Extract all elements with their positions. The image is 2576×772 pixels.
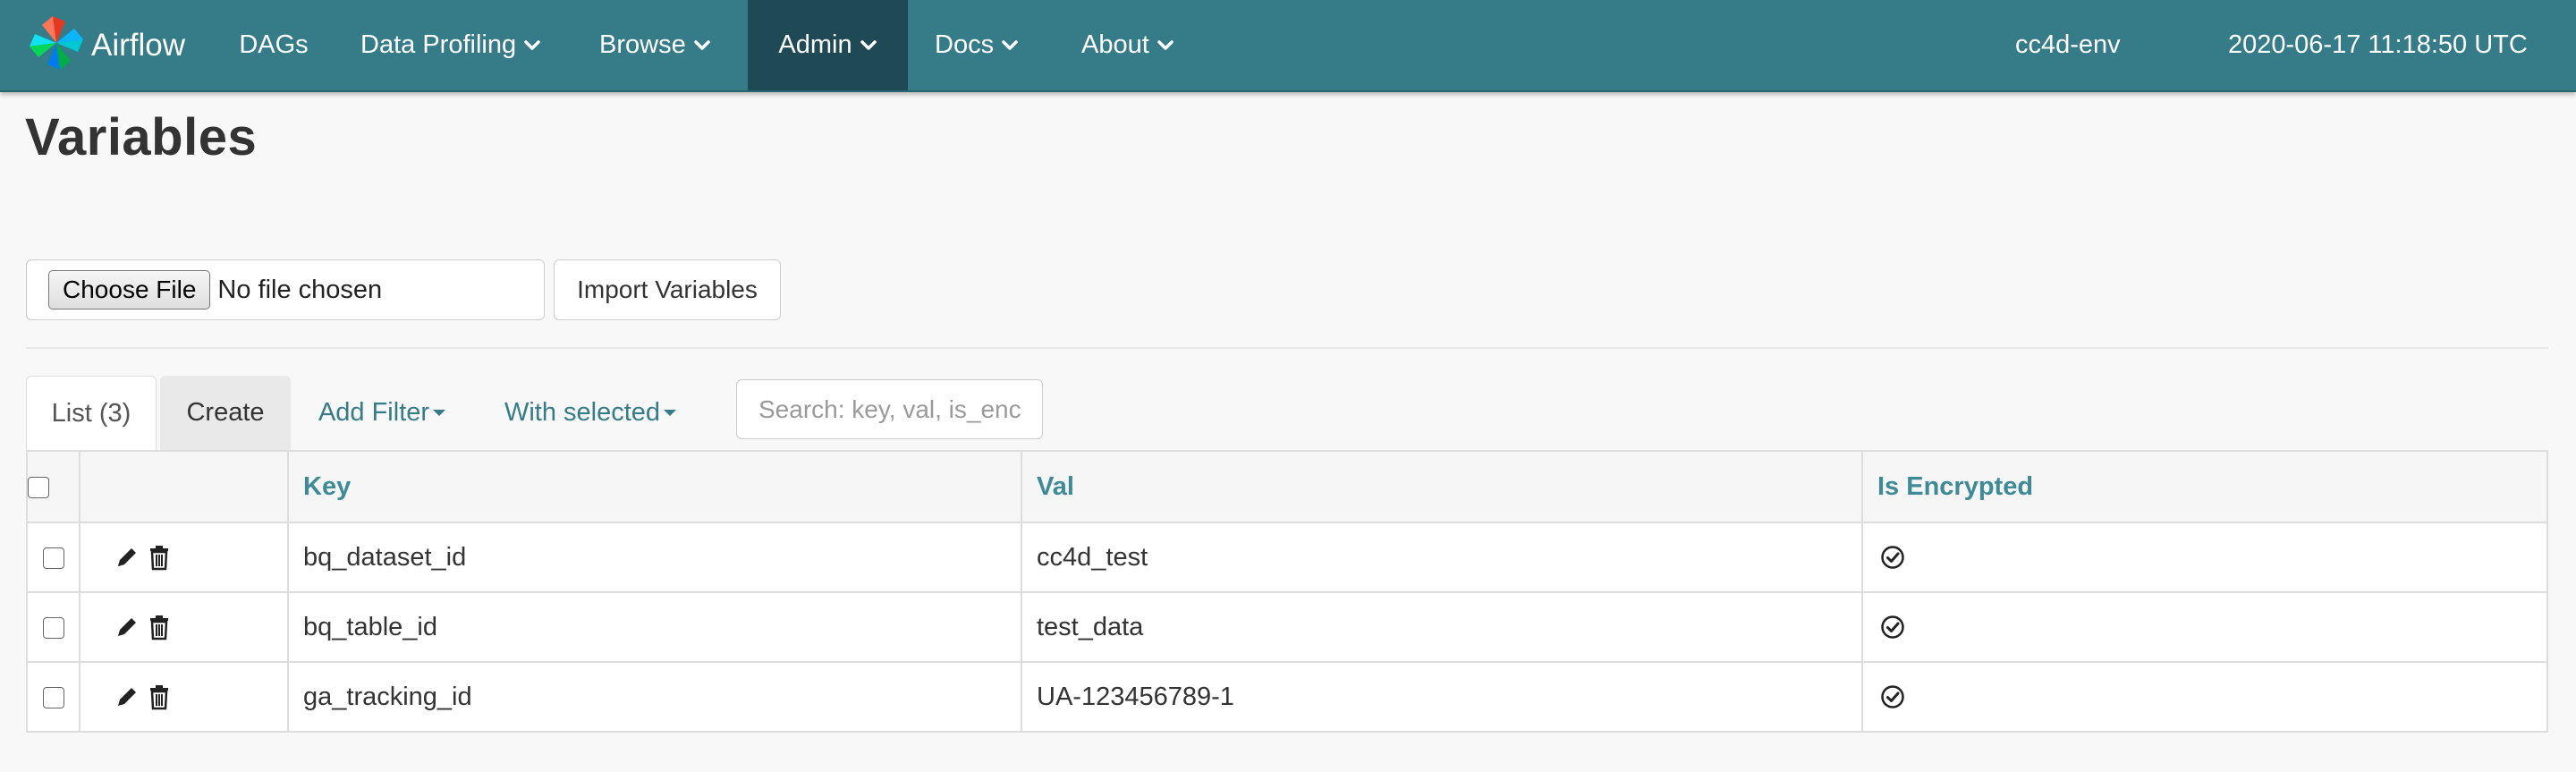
variables-table: Key Val Is Encrypted bq_dataset_id cc4d_… — [26, 450, 2548, 733]
row-checkbox[interactable] — [42, 686, 64, 708]
row-actions — [79, 591, 289, 663]
page-title: Variables — [25, 108, 258, 166]
check-circle-icon — [1881, 546, 1904, 569]
import-variables-button[interactable]: Import Variables — [554, 259, 781, 320]
nav-dags-label: DAGs — [239, 30, 309, 59]
column-header-key[interactable]: Key — [287, 450, 1022, 523]
cell-key: ga_tracking_id — [287, 661, 1022, 733]
nav-browse-label: Browse — [599, 30, 686, 59]
nav-data-profiling-label: Data Profiling — [360, 30, 517, 59]
trash-icon[interactable] — [145, 683, 174, 711]
file-input[interactable]: Choose File No file chosen — [26, 259, 545, 320]
search-input[interactable] — [736, 379, 1043, 439]
row-select-cell — [26, 591, 80, 663]
chevron-down-icon — [1002, 39, 1018, 50]
column-header-val[interactable]: Val — [1021, 450, 1863, 523]
cell-key: bq_table_id — [287, 591, 1022, 663]
row-select-cell — [26, 661, 80, 733]
nav-docs-label: Docs — [935, 30, 995, 59]
nav-dags[interactable]: DAGs — [225, 0, 322, 90]
pencil-icon[interactable] — [113, 613, 141, 641]
pencil-icon[interactable] — [113, 683, 141, 711]
cell-val: test_data — [1021, 591, 1863, 663]
nav-data-profiling[interactable]: Data Profiling — [340, 0, 541, 90]
row-actions — [79, 661, 289, 733]
nav-admin-label: Admin — [778, 30, 852, 59]
nav-admin[interactable]: Admin — [748, 0, 908, 90]
nav-browse[interactable]: Browse — [580, 0, 711, 90]
with-selected-label: With selected — [504, 398, 661, 427]
cell-is-encrypted — [1861, 591, 2548, 663]
select-all-checkbox[interactable] — [28, 476, 49, 498]
row-checkbox[interactable] — [42, 616, 64, 639]
trash-icon[interactable] — [145, 613, 174, 641]
caret-down-icon — [433, 410, 446, 416]
cell-is-encrypted — [1861, 661, 2548, 733]
column-header-is-encrypted[interactable]: Is Encrypted — [1861, 450, 2548, 523]
table-row: bq_dataset_id cc4d_test — [26, 522, 2548, 593]
row-actions — [79, 522, 289, 593]
select-all-cell — [26, 450, 80, 523]
add-filter-label: Add Filter — [318, 398, 430, 427]
chevron-down-icon — [1157, 39, 1174, 50]
brand-text: Airflow — [91, 27, 186, 63]
chevron-down-icon — [860, 39, 877, 50]
actions-header — [79, 450, 289, 523]
add-filter-dropdown[interactable]: Add Filter — [310, 376, 453, 450]
choose-file-button[interactable]: Choose File — [48, 270, 211, 310]
chevron-down-icon — [524, 39, 540, 50]
divider — [26, 347, 2548, 349]
cell-key: bq_dataset_id — [287, 522, 1022, 593]
table-row: bq_table_id test_data — [26, 591, 2548, 663]
with-selected-dropdown[interactable]: With selected — [501, 376, 680, 450]
trash-icon[interactable] — [145, 543, 174, 572]
chevron-down-icon — [693, 39, 710, 50]
brand-link[interactable]: Airflow — [27, 0, 185, 90]
file-input-status: No file chosen — [217, 275, 383, 304]
cell-is-encrypted — [1861, 522, 2548, 593]
check-circle-icon — [1881, 615, 1904, 639]
tab-list[interactable]: List (3) — [26, 376, 157, 451]
server-clock: 2020-06-17 11:18:50 UTC — [2228, 30, 2528, 59]
caret-down-icon — [664, 410, 677, 416]
table-header-row: Key Val Is Encrypted — [26, 450, 2548, 523]
nav-docs[interactable]: Docs — [914, 0, 1019, 90]
cell-val: cc4d_test — [1021, 522, 1863, 593]
nav-about[interactable]: About — [1061, 0, 1174, 90]
environment-name: cc4d-env — [2015, 30, 2121, 59]
pencil-icon[interactable] — [113, 543, 141, 572]
top-navbar: Airflow DAGs Data Profiling Browse Admin… — [0, 0, 2576, 92]
check-circle-icon — [1881, 685, 1904, 708]
cell-val: UA-123456789-1 — [1021, 661, 1863, 733]
row-select-cell — [26, 522, 80, 593]
airflow-pinwheel-icon — [27, 13, 86, 77]
nav-about-label: About — [1081, 30, 1149, 59]
row-checkbox[interactable] — [42, 547, 64, 569]
table-row: ga_tracking_id UA-123456789-1 — [26, 661, 2548, 733]
tab-create[interactable]: Create — [160, 376, 291, 450]
